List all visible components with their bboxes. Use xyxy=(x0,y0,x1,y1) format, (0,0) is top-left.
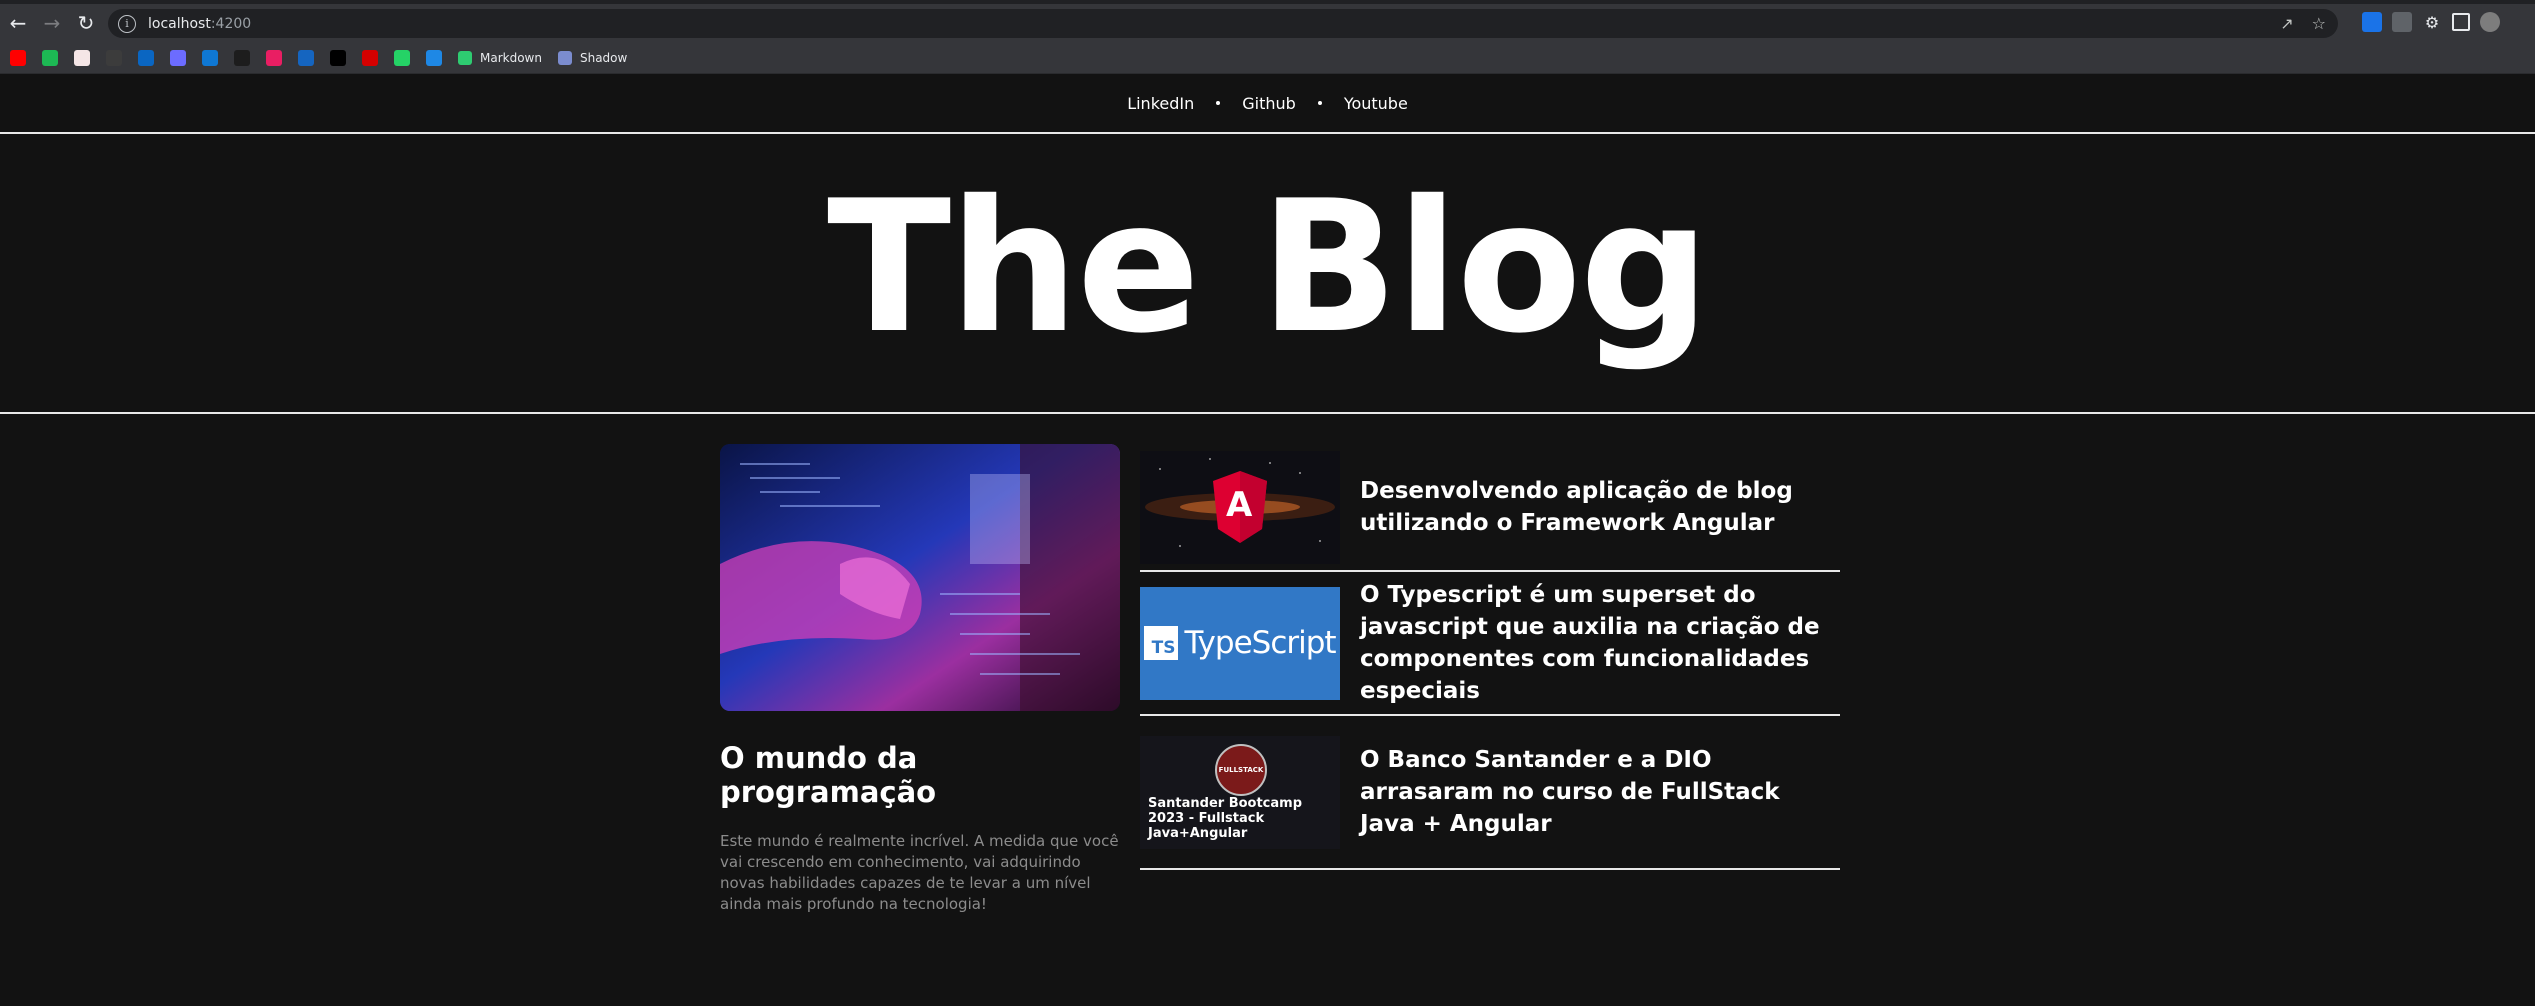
linkedin-bookmark-icon[interactable] xyxy=(138,49,154,66)
featured-post-title[interactable]: O mundo da programação xyxy=(720,741,1120,809)
nav-link-youtube[interactable]: Youtube xyxy=(1344,94,1408,113)
blue-bookmark-icon[interactable] xyxy=(426,49,442,66)
red-bookmark-icon[interactable] xyxy=(362,49,378,66)
angular-thumbnail[interactable]: A xyxy=(1140,450,1340,564)
app-bookmark-icon[interactable] xyxy=(74,49,90,66)
nav-separator xyxy=(1216,101,1221,105)
post-title[interactable]: Desenvolvendo aplicação de blog utilizan… xyxy=(1360,475,1840,539)
youtube-bookmark-icon[interactable] xyxy=(10,49,26,66)
featured-post[interactable]: O mundo da programação Este mundo é real… xyxy=(720,444,1120,915)
ft-bookmark-icon[interactable] xyxy=(330,49,346,66)
spotify-bookmark-icon[interactable] xyxy=(42,49,58,66)
bookmark-star-icon[interactable]: ☆ xyxy=(2312,14,2326,33)
top-navigation: LinkedIn Github Youtube xyxy=(0,74,2535,134)
bookmark-label: Shadow xyxy=(579,50,628,65)
list-item[interactable]: TS TypeScript O Typescript é um superset… xyxy=(1140,572,1840,716)
ts-badge: TS xyxy=(1144,626,1179,660)
post-title[interactable]: O Banco Santander e a DIO arrasaram no c… xyxy=(1360,744,1840,840)
url-text: localhost:4200 xyxy=(148,16,251,32)
side-panel-icon[interactable] xyxy=(2452,13,2470,31)
extensions-row: ⚙ xyxy=(2362,12,2500,32)
bookmark-folder-icon xyxy=(557,50,572,65)
url-host: localhost xyxy=(148,15,211,32)
share-icon[interactable]: ↗ xyxy=(2280,14,2293,33)
list-item[interactable]: FULLSTACK Santander Bootcamp 2023 - Full… xyxy=(1140,716,1840,870)
address-bar[interactable]: i localhost:4200 ↗ ☆ xyxy=(108,9,2338,38)
github-bookmark-icon[interactable] xyxy=(106,49,122,66)
post-list: A Desenvolvendo aplicação de blog utiliz… xyxy=(1140,444,1840,870)
list-item[interactable]: A Desenvolvendo aplicação de blog utiliz… xyxy=(1140,444,1840,572)
bookmark-shadow[interactable]: Shadow xyxy=(557,50,628,65)
url-port: :4200 xyxy=(210,15,252,32)
nav-link-github[interactable]: Github xyxy=(1242,94,1296,113)
post-title[interactable]: O Typescript é um superset do javascript… xyxy=(1360,579,1840,707)
bookmark-markdown[interactable]: Markdown xyxy=(458,50,542,65)
site-info-icon[interactable]: i xyxy=(118,14,136,33)
featured-post-image[interactable] xyxy=(720,444,1120,711)
bookmark-label: Markdown xyxy=(480,50,542,65)
outlook-bookmark-icon[interactable] xyxy=(202,49,218,66)
dark-bookmark-icon[interactable] xyxy=(234,49,250,66)
pink-bookmark-icon[interactable] xyxy=(266,49,282,66)
whatsapp-bookmark-icon[interactable] xyxy=(394,49,410,66)
nav-separator xyxy=(1317,101,1322,105)
puzzle-icon[interactable]: ⚙ xyxy=(2422,12,2442,32)
browser-toolbar: ← → ↻ i localhost:4200 ↗ ☆ ⚙ xyxy=(0,4,2535,42)
forward-icon[interactable]: → xyxy=(36,7,68,39)
extension-icon[interactable] xyxy=(2392,12,2412,32)
page-title: The Blog xyxy=(827,161,1710,373)
reload-icon[interactable]: ↻ xyxy=(70,7,102,39)
santander-thumbnail-caption: Santander Bootcamp 2023 - Fullstack Java… xyxy=(1148,795,1303,841)
santander-thumbnail[interactable]: FULLSTACK Santander Bootcamp 2023 - Full… xyxy=(1140,735,1340,849)
circle-bookmark-icon[interactable] xyxy=(170,49,186,66)
extension-icon[interactable] xyxy=(2362,12,2382,32)
typescript-thumbnail[interactable]: TS TypeScript xyxy=(1140,586,1340,700)
shield-bookmark-icon[interactable] xyxy=(298,49,314,66)
bookmarks-bar: Markdown Shadow xyxy=(0,42,2535,74)
typescript-logo-text: TypeScript xyxy=(1184,625,1336,661)
nav-link-linkedin[interactable]: LinkedIn xyxy=(1127,94,1194,113)
featured-post-description: Este mundo é realmente incrível. A medid… xyxy=(720,832,1119,913)
fullstack-badge-label: FULLSTACK xyxy=(1218,765,1264,774)
bookmark-folder-icon xyxy=(458,50,472,65)
profile-avatar[interactable] xyxy=(2480,12,2500,32)
back-icon[interactable]: ← xyxy=(2,7,34,39)
keyboard-hands-image xyxy=(720,444,1120,711)
omnibox-actions: ↗ ☆ xyxy=(2280,14,2326,33)
hero-banner: The Blog xyxy=(0,134,2535,414)
fullstack-badge: FULLSTACK xyxy=(1215,743,1267,796)
angular-logo-letter: A xyxy=(1226,484,1253,525)
